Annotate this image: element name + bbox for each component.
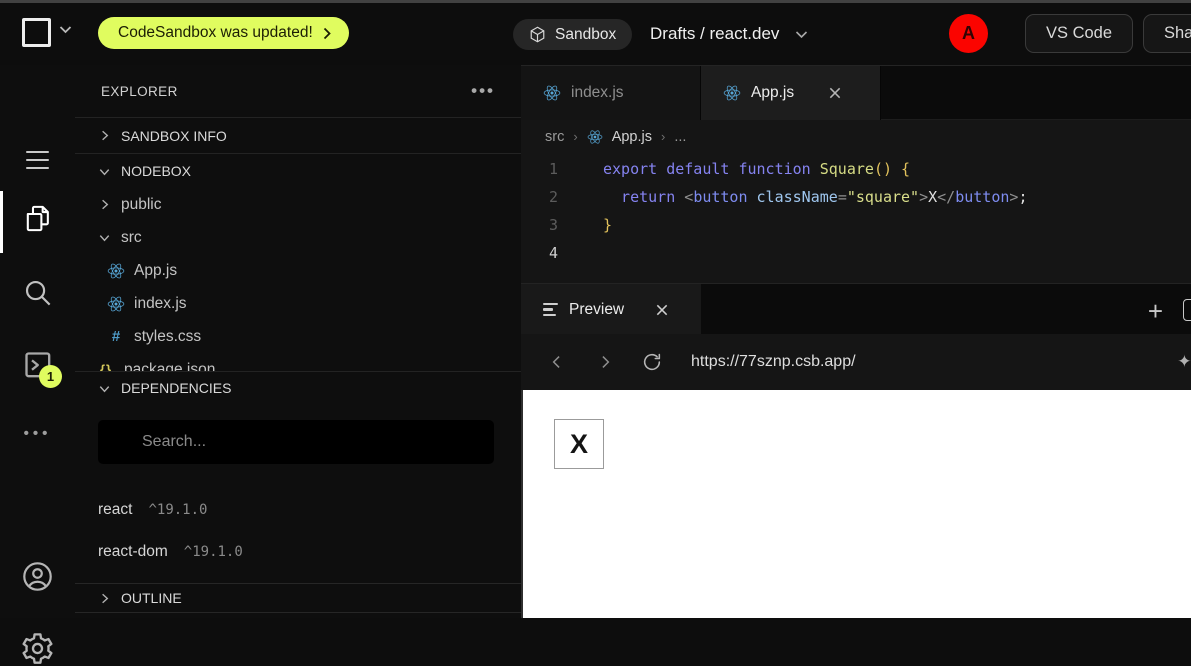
- close-preview-icon[interactable]: [655, 303, 669, 317]
- share-button[interactable]: Share: [1143, 14, 1191, 53]
- refresh-icon[interactable]: [641, 351, 663, 373]
- active-view-indicator: [0, 191, 3, 253]
- preview-browser-content: X: [521, 390, 1191, 618]
- explorer-title: EXPLORER: [101, 84, 178, 99]
- chevron-down-icon: [97, 230, 112, 245]
- react-icon: [723, 84, 741, 102]
- settings-gear-icon[interactable]: [20, 631, 55, 666]
- section-outline[interactable]: OUTLINE: [75, 583, 521, 613]
- dependency-search-input[interactable]: [98, 420, 494, 464]
- line-number: 2: [521, 188, 558, 206]
- chevron-right-icon: [97, 197, 112, 212]
- section-dependencies[interactable]: DEPENDENCIES: [75, 371, 521, 404]
- chevron-right-icon: [97, 128, 112, 143]
- terminal-count-badge: 1: [39, 365, 62, 388]
- activity-bar: 1 •••: [0, 65, 75, 618]
- avatar[interactable]: A: [949, 14, 988, 53]
- preview-task-icon: [543, 303, 558, 316]
- chevron-down-icon[interactable]: [795, 30, 808, 39]
- react-icon: [543, 84, 561, 102]
- dependency-row-react[interactable]: react ^19.1.0: [98, 489, 498, 531]
- files-icon[interactable]: [22, 203, 53, 234]
- tree-item-index.js[interactable]: index.js: [75, 287, 521, 320]
- add-preview-icon[interactable]: +: [1148, 296, 1163, 327]
- header-bar: CodeSandbox was updated! Sandbox Drafts …: [0, 3, 1191, 65]
- breadcrumb-file[interactable]: App.js: [612, 129, 652, 145]
- react-icon: [107, 295, 125, 313]
- preview-tab[interactable]: Preview: [521, 284, 701, 335]
- editor-tab-index.js[interactable]: index.js: [521, 66, 701, 120]
- explorer-header: EXPLORER •••: [75, 65, 521, 117]
- back-icon[interactable]: [547, 352, 567, 372]
- code-editor[interactable]: 1 export default function Square() { 2 r…: [521, 152, 1191, 283]
- square-game-button[interactable]: X: [554, 419, 604, 469]
- vscode-button[interactable]: VS Code: [1025, 14, 1133, 53]
- tree-item-src[interactable]: src: [75, 221, 521, 254]
- react-icon: [107, 262, 125, 280]
- dependency-list: react ^19.1.0 react-dom ^19.1.0: [98, 489, 498, 573]
- codesandbox-logo-icon[interactable]: [22, 18, 51, 47]
- split-view-icon[interactable]: [1183, 299, 1191, 321]
- dependency-row-react-dom[interactable]: react-dom ^19.1.0: [98, 531, 498, 573]
- explorer-more-actions-icon[interactable]: •••: [471, 81, 495, 101]
- preview-tab-bar: Preview +: [521, 283, 1191, 334]
- sparkle-ai-icon[interactable]: ✦✦: [1177, 352, 1191, 372]
- section-nodebox[interactable]: NODEBOX: [75, 153, 521, 188]
- editor-tab-bar: index.js App.js: [521, 65, 1191, 120]
- tree-item-styles.css[interactable]: #styles.css: [75, 320, 521, 353]
- line-number: 4: [521, 244, 558, 262]
- code-line[interactable]: 4: [521, 239, 1191, 267]
- tree-item-App.js[interactable]: App.js: [75, 254, 521, 287]
- line-number: 1: [521, 160, 558, 178]
- update-banner-label: CodeSandbox was updated!: [118, 24, 313, 42]
- section-sandbox-info[interactable]: SANDBOX INFO: [75, 117, 521, 153]
- preview-url-bar: https://77sznp.csb.app/ ✦✦: [521, 334, 1191, 390]
- breadcrumb-folder[interactable]: src: [545, 129, 564, 145]
- editor-tab-App.js[interactable]: App.js: [701, 66, 881, 120]
- breadcrumb-symbol[interactable]: ...: [674, 129, 686, 145]
- code-line[interactable]: 3 }: [521, 211, 1191, 239]
- css-hash-icon: #: [107, 328, 125, 345]
- more-actions-icon[interactable]: •••: [0, 425, 75, 442]
- chevron-down-icon: [97, 164, 112, 179]
- forward-icon[interactable]: [595, 352, 615, 372]
- account-icon[interactable]: [21, 560, 54, 593]
- chevron-down-icon: [97, 381, 112, 396]
- editor-pane: index.js App.js src › App.js › ... 1 exp…: [521, 65, 1191, 618]
- file-tree: public src App.js index.js #styles.css {…: [75, 188, 521, 386]
- workspace-breadcrumb[interactable]: Drafts / react.dev: [650, 3, 808, 65]
- explorer-sidebar: EXPLORER ••• SANDBOX INFO NODEBOX public…: [75, 65, 521, 618]
- chevron-right-icon: [323, 27, 331, 40]
- menu-icon[interactable]: [26, 151, 49, 175]
- workspace-chevron-down-icon[interactable]: [59, 25, 72, 34]
- code-line[interactable]: 2 return <button className="square">X</b…: [521, 183, 1191, 211]
- update-banner-button[interactable]: CodeSandbox was updated!: [98, 17, 349, 49]
- tree-item-public[interactable]: public: [75, 188, 521, 221]
- line-number: 3: [521, 216, 558, 234]
- chevron-right-icon: [97, 591, 112, 606]
- preview-tab-label: Preview: [569, 301, 624, 319]
- breadcrumb: src › App.js › ...: [521, 121, 1191, 152]
- cube-icon: [529, 26, 546, 43]
- react-icon: [587, 129, 603, 145]
- search-icon[interactable]: [22, 277, 53, 308]
- close-tab-icon[interactable]: [828, 86, 842, 100]
- sandbox-badge-label: Sandbox: [555, 26, 616, 44]
- preview-url[interactable]: https://77sznp.csb.app/: [691, 353, 856, 371]
- sandbox-type-badge[interactable]: Sandbox: [513, 19, 632, 50]
- code-line[interactable]: 1 export default function Square() {: [521, 155, 1191, 183]
